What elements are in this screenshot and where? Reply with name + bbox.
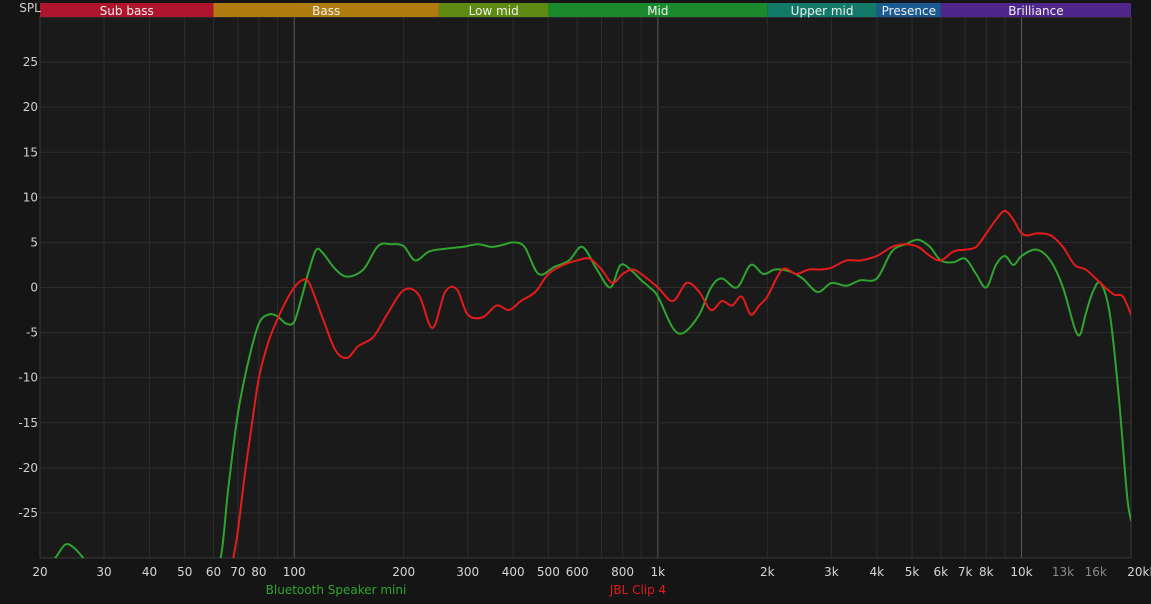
y-tick-label: -10	[18, 371, 38, 385]
band-label-low-mid: Low mid	[469, 4, 519, 18]
x-tick-label: 20kHz	[1127, 565, 1151, 579]
x-tick-label: 16k	[1085, 565, 1107, 579]
x-tick-label: 100	[283, 565, 306, 579]
y-tick-label: 5	[30, 235, 38, 249]
x-tick-label: 800	[611, 565, 634, 579]
band-label-brilliance: Brilliance	[1008, 4, 1063, 18]
y-tick-label: -15	[18, 416, 38, 430]
y-axis-label: SPL	[19, 1, 41, 15]
x-tick-label: 80	[251, 565, 266, 579]
x-tick-label: 300	[456, 565, 479, 579]
x-tick-label: 70	[230, 565, 245, 579]
y-tick-label: 15	[23, 145, 38, 159]
x-tick-label: 13k	[1052, 565, 1074, 579]
x-tick-label: 40	[142, 565, 157, 579]
x-tick-label: 1k	[651, 565, 666, 579]
legend-entry-jbl-clip-4: JBL Clip 4	[609, 583, 666, 597]
x-tick-label: 2k	[760, 565, 775, 579]
x-tick-label: 200	[392, 565, 415, 579]
legend-entry-bluetooth-speaker-mini: Bluetooth Speaker mini	[266, 583, 407, 597]
y-tick-label: -20	[18, 461, 38, 475]
x-tick-label: 3k	[824, 565, 839, 579]
band-label-bass: Bass	[312, 4, 340, 18]
x-tick-label: 30	[96, 565, 111, 579]
x-tick-label: 8k	[979, 565, 994, 579]
x-tick-label: 10k	[1010, 565, 1032, 579]
y-tick-label: -25	[18, 506, 38, 520]
x-tick-label: 500	[537, 565, 560, 579]
chart-svg: Sub bass Bass Low mid Mid Upper mid Presence B…	[0, 0, 1151, 600]
band-label-upper-mid: Upper mid	[791, 4, 854, 18]
x-tick-label: 20	[32, 565, 47, 579]
x-tick-label: 6k	[934, 565, 949, 579]
band-label-mid: Mid	[647, 4, 668, 18]
band-label-presence: Presence	[882, 4, 936, 18]
y-tick-label: 20	[23, 100, 38, 114]
x-tick-label: 50	[177, 565, 192, 579]
y-tick-label: 0	[30, 281, 38, 295]
y-tick-label: 10	[23, 190, 38, 204]
frequency-response-chart: Sub bass Bass Low mid Mid Upper mid Presence B…	[0, 0, 1151, 600]
x-tick-label: 60	[206, 565, 221, 579]
y-tick-label: -5	[26, 326, 38, 340]
x-tick-label: 400	[502, 565, 525, 579]
x-tick-label: 4k	[870, 565, 885, 579]
x-tick-label: 5k	[905, 565, 920, 579]
x-tick-label: 7k	[958, 565, 973, 579]
band-strip: Sub bass Bass Low mid Mid Upper mid Presence B…	[40, 3, 1131, 18]
band-label-sub-bass: Sub bass	[100, 4, 154, 18]
y-tick-label: 25	[23, 55, 38, 69]
x-tick-label: 600	[566, 565, 589, 579]
